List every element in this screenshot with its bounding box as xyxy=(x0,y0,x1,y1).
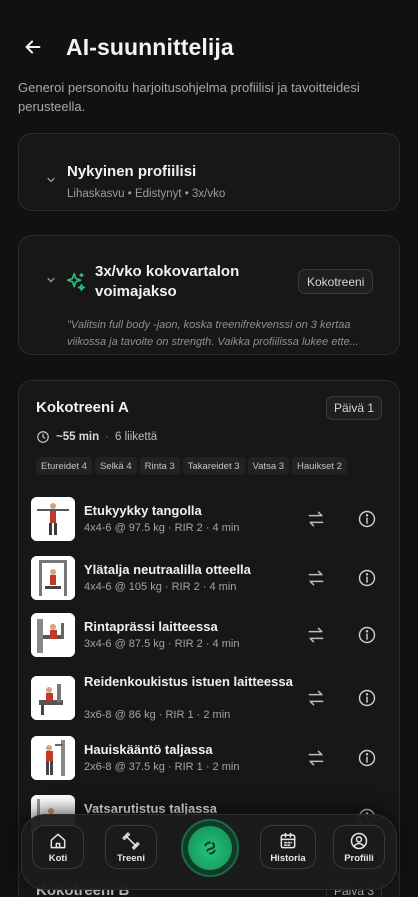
swap-arrows-icon xyxy=(308,690,324,706)
page-title: AI-suunnittelija xyxy=(66,34,234,60)
exercise-thumbnail xyxy=(31,497,75,541)
plan-title: 3x/vko kokovartalon voimajakso xyxy=(95,263,240,300)
dumbbell-icon xyxy=(122,831,140,850)
calendar-icon xyxy=(280,832,296,848)
muscle-chip: Hauikset 2 xyxy=(292,457,347,475)
muscle-chip: Takareidet 3 xyxy=(182,457,245,475)
info-icon xyxy=(358,569,376,587)
exercise-thumbnail xyxy=(31,613,75,657)
workout-meta: ~55 min · 6 liikettä xyxy=(36,430,157,444)
bottom-navigation: Koti Treeni Historia Profiili xyxy=(21,814,397,890)
header: AI-suunnittelija xyxy=(0,0,418,80)
info-icon xyxy=(358,510,376,528)
nav-home-label: Koti xyxy=(48,852,68,864)
plan-summary-card[interactable]: 3x/vko kokovartalon voimajakso Kokotreen… xyxy=(18,235,400,355)
swap-arrows-icon xyxy=(308,627,324,643)
muscle-chips: Etureidet 4 Selkä 4 Rinta 3 Takareidet 3… xyxy=(36,457,347,475)
exercise-info-button[interactable] xyxy=(355,507,379,531)
nav-history[interactable]: Historia xyxy=(260,825,316,869)
exercise-row[interactable]: Reidenkoukistus istuen laitteessa 3x6-8 … xyxy=(31,674,383,724)
profile-summary: Lihaskasvu • Edistynyt • 3x/vko xyxy=(67,188,226,200)
swap-exercise-button[interactable] xyxy=(303,685,329,711)
nav-profile-label: Profiili xyxy=(344,852,374,864)
exercise-detail: 4x4-6 @ 105 kg · RIR 2 · 4 min xyxy=(84,581,237,593)
day-badge: Päivä 1 xyxy=(325,396,382,420)
chevron-down-icon xyxy=(45,274,57,286)
swap-arrows-icon xyxy=(308,570,324,586)
swap-exercise-button[interactable] xyxy=(303,565,329,591)
clock-icon xyxy=(37,431,49,443)
exercise-name: Etukyykky tangolla xyxy=(84,503,202,518)
exercise-name: Hauiskääntö taljassa xyxy=(84,742,213,757)
chevron-down-icon xyxy=(45,174,57,186)
muscle-chip: Etureidet 4 xyxy=(36,457,92,475)
info-icon xyxy=(358,626,376,644)
home-icon xyxy=(50,833,66,848)
exercise-thumbnail xyxy=(31,676,75,720)
swap-exercise-button[interactable] xyxy=(303,622,329,648)
exercise-name: Reidenkoukistus istuen laitteessa xyxy=(84,674,293,689)
nav-history-label: Historia xyxy=(270,852,306,864)
ai-orb-icon xyxy=(188,826,232,870)
user-icon xyxy=(350,832,368,849)
exercise-detail: 3x4-6 @ 87.5 kg · RIR 2 · 4 min xyxy=(84,638,240,650)
exercise-info-button[interactable] xyxy=(355,686,379,710)
plan-reasoning: "Valitsin full body -jaon, koska treenif… xyxy=(67,319,359,348)
exercise-info-button[interactable] xyxy=(355,566,379,590)
profile-title: Nykyinen profiilisi xyxy=(67,163,197,180)
exercise-info-button[interactable] xyxy=(355,623,379,647)
exercise-thumbnail xyxy=(31,736,75,780)
workout-title: Kokotreeni A xyxy=(36,399,129,416)
muscle-chip: Rinta 3 xyxy=(139,457,180,475)
info-icon xyxy=(358,749,376,767)
arrow-left-icon xyxy=(25,40,41,54)
info-icon xyxy=(358,689,376,707)
exercise-thumbnail xyxy=(31,556,75,600)
exercise-name: Rintaprässi laitteessa xyxy=(84,619,218,634)
swap-arrows-icon xyxy=(308,750,324,766)
profile-card[interactable]: Nykyinen profiilisi Lihaskasvu • Edistyn… xyxy=(18,133,400,211)
exercise-detail: 3x6-8 @ 86 kg · RIR 1 · 2 min xyxy=(84,709,231,721)
back-button[interactable] xyxy=(20,34,46,60)
nav-training[interactable]: Treeni xyxy=(105,825,157,869)
exercise-count: 6 liikettä xyxy=(115,431,158,443)
split-type-badge: Kokotreeni xyxy=(298,269,374,294)
nav-training-label: Treeni xyxy=(117,852,145,864)
page-intro: Generoi personoitu harjoitusohjelma prof… xyxy=(18,80,360,114)
exercise-row[interactable]: Rintaprässi laitteessa 3x4-6 @ 87.5 kg ·… xyxy=(31,613,383,659)
nav-profile[interactable]: Profiili xyxy=(333,825,385,869)
exercise-detail: 4x4-6 @ 97.5 kg · RIR 2 · 4 min xyxy=(84,522,240,534)
ai-assistant-button[interactable] xyxy=(181,819,239,877)
muscle-chip: Vatsa 3 xyxy=(247,457,290,475)
exercise-row[interactable]: Hauiskääntö taljassa 2x6-8 @ 37.5 kg · R… xyxy=(31,736,383,782)
exercise-name: Ylätalja neutraalilla otteella xyxy=(84,562,251,577)
exercise-row[interactable]: Etukyykky tangolla 4x4-6 @ 97.5 kg · RIR… xyxy=(31,497,383,543)
exercise-detail: 2x6-8 @ 37.5 kg · RIR 1 · 2 min xyxy=(84,761,240,773)
swap-exercise-button[interactable] xyxy=(303,506,329,532)
exercise-row[interactable]: Ylätalja neutraalilla otteella 4x4-6 @ 1… xyxy=(31,556,383,602)
workout-duration: ~55 min xyxy=(56,431,100,443)
swap-exercise-button[interactable] xyxy=(303,745,329,771)
muscle-chip: Selkä 4 xyxy=(94,457,137,475)
meta-separator: · xyxy=(105,431,109,443)
exercise-info-button[interactable] xyxy=(355,746,379,770)
swap-arrows-icon xyxy=(308,511,324,527)
nav-home[interactable]: Koti xyxy=(32,825,84,869)
sparkles-icon xyxy=(65,271,87,293)
